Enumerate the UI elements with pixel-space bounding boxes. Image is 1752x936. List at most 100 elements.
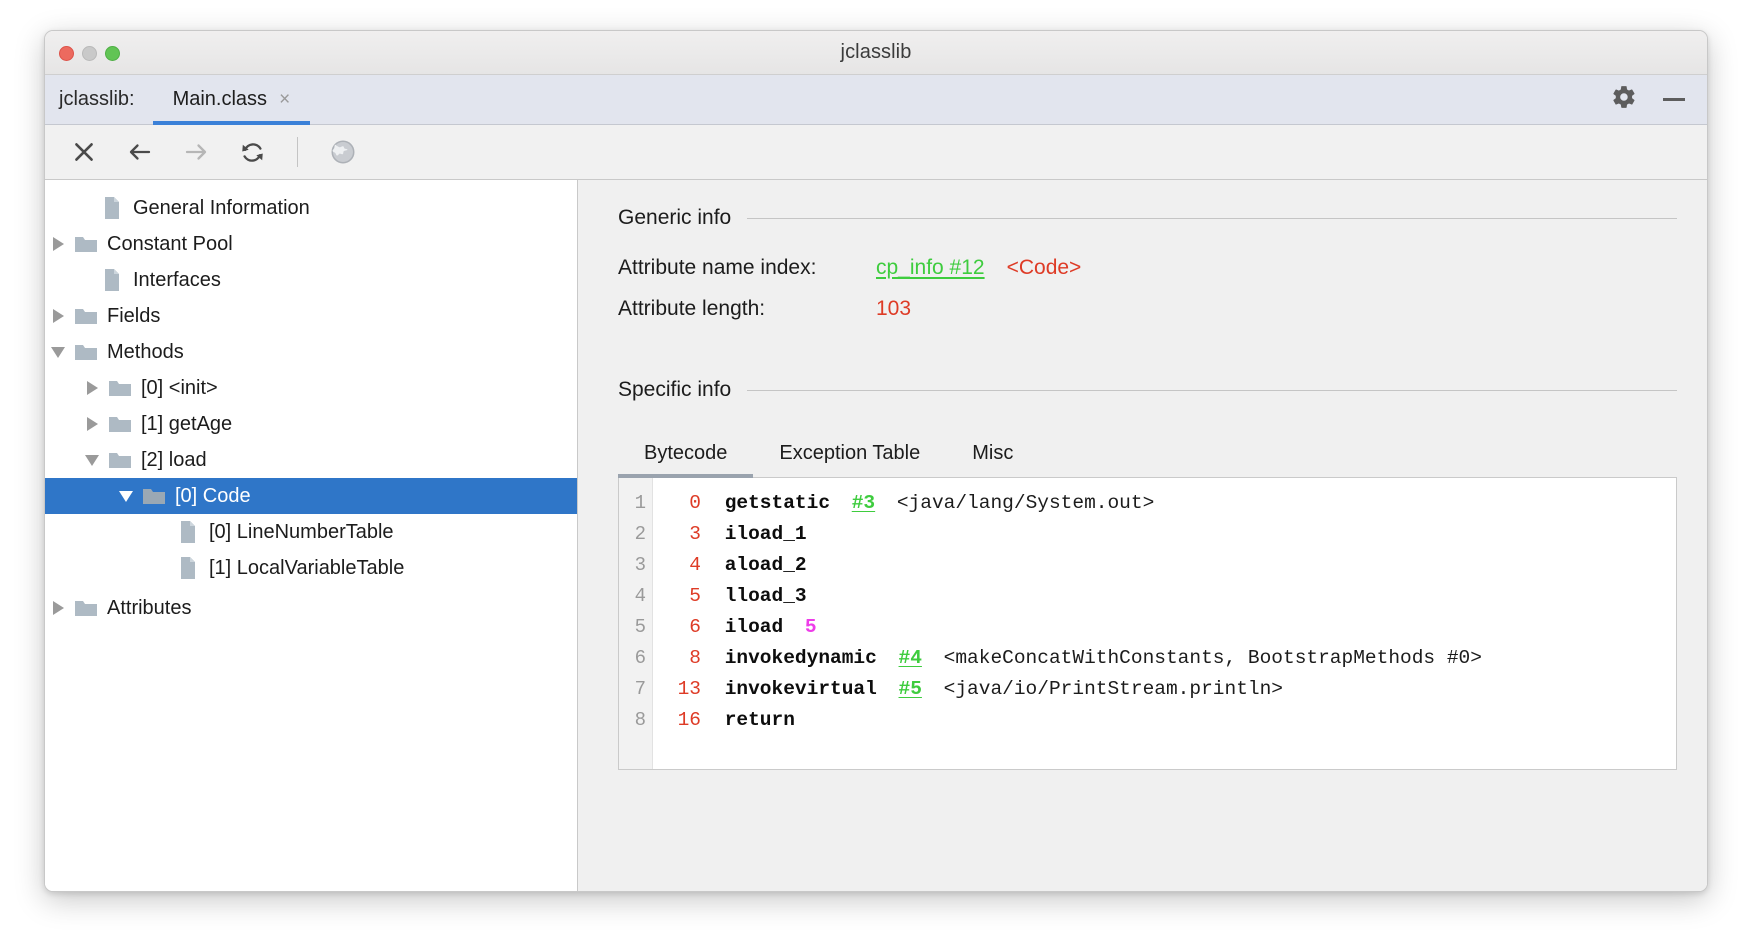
constant-pool-link[interactable]: #3 [852, 492, 875, 514]
tree-twisty-expanded[interactable] [113, 491, 139, 502]
document-icon [97, 268, 127, 292]
tree-item-method-load[interactable]: [2] load [45, 442, 577, 478]
bytecode-row: 3 iload_1 [667, 519, 1676, 550]
close-window-button[interactable] [59, 46, 74, 61]
bytecode-description: <makeConcatWithConstants, BootstrapMetho… [944, 647, 1482, 669]
reload-icon[interactable] [235, 135, 269, 169]
attribute-name-index-row: Attribute name index: cp_info #12 <Code> [618, 256, 1677, 297]
line-number: 4 [619, 581, 646, 612]
tree-item-fields[interactable]: Fields [45, 298, 577, 334]
bytecode-mnemonic: lload_3 [725, 585, 807, 607]
bytecode-instructions: 0 getstatic #3 <java/lang/System.out> 3 … [653, 478, 1676, 769]
tree-item-method-init[interactable]: [0] <init> [45, 370, 577, 406]
tree-twisty-collapsed[interactable] [79, 381, 105, 395]
tree-twisty-collapsed[interactable] [45, 601, 71, 615]
bytecode-row: 6 iload 5 [667, 612, 1676, 643]
tree-item-label: [0] Code [175, 486, 251, 506]
bytecode-row: 4 aload_2 [667, 550, 1676, 581]
tab-bar: jclasslib: Main.class × [45, 75, 1707, 125]
attribute-length-value: 103 [876, 297, 911, 321]
tree-item-method-getage[interactable]: [1] getAge [45, 406, 577, 442]
folder-icon [105, 414, 135, 434]
tree-item-code-attribute[interactable]: [0] Code [45, 478, 577, 514]
gear-icon[interactable] [1611, 84, 1637, 115]
tree-item-label: Constant Pool [107, 234, 233, 254]
cp-info-link[interactable]: cp_info #12 [876, 256, 985, 280]
bytecode-operand: 5 [805, 616, 817, 638]
tree-item-general-information[interactable]: General Information [45, 190, 577, 226]
bytecode-offset: 3 [667, 519, 701, 550]
bytecode-offset: 16 [667, 705, 701, 736]
tree-item-label: Methods [107, 342, 184, 362]
app-name-label: jclasslib: [45, 75, 153, 124]
tree-item-label: Attributes [107, 598, 191, 618]
tree-item-localvariabletable[interactable]: [1] LocalVariableTable [45, 550, 577, 586]
tab-exception-table[interactable]: Exception Table [753, 436, 946, 477]
tab-main-class[interactable]: Main.class × [153, 75, 311, 124]
tree-twisty-expanded[interactable] [45, 347, 71, 358]
heading-rule [747, 390, 1677, 391]
class-structure-tree: General Information Constant Pool [45, 180, 578, 891]
bytecode-row: 0 getstatic #3 <java/lang/System.out> [667, 488, 1676, 519]
bytecode-offset: 8 [667, 643, 701, 674]
tab-close-icon[interactable]: × [279, 90, 290, 109]
folder-icon [71, 306, 101, 326]
jclasslib-window: jclasslib jclasslib: Main.class × [44, 30, 1708, 892]
document-icon [97, 196, 127, 220]
constant-pool-link[interactable]: #5 [899, 678, 922, 700]
document-icon [173, 520, 203, 544]
generic-info-heading: Generic info [618, 206, 1677, 230]
tree-twisty-collapsed[interactable] [45, 237, 71, 251]
bytecode-mnemonic: aload_2 [725, 554, 807, 576]
window-body: General Information Constant Pool [45, 180, 1707, 891]
tree-item-label: [2] load [141, 450, 207, 470]
forward-arrow-icon [179, 135, 213, 169]
bytecode-offset: 5 [667, 581, 701, 612]
specific-info-tabs: Bytecode Exception Table Misc [618, 436, 1677, 478]
line-number: 6 [619, 643, 646, 674]
constant-pool-link[interactable]: #4 [899, 647, 922, 669]
tree-item-interfaces[interactable]: Interfaces [45, 262, 577, 298]
tree-twisty-collapsed[interactable] [45, 309, 71, 323]
back-arrow-icon[interactable] [123, 135, 157, 169]
browse-globe-icon [326, 135, 360, 169]
minimize-window-button[interactable] [82, 46, 97, 61]
attribute-name-value: <Code> [1007, 256, 1082, 280]
bytecode-mnemonic: return [725, 709, 795, 731]
tab-bytecode[interactable]: Bytecode [618, 436, 753, 477]
tree-item-label: [1] LocalVariableTable [209, 558, 404, 578]
line-number: 7 [619, 674, 646, 705]
tab-label: Main.class [173, 88, 267, 111]
zoom-window-button[interactable] [105, 46, 120, 61]
minimize-icon[interactable] [1663, 98, 1685, 101]
bytecode-offset: 6 [667, 612, 701, 643]
tree-item-attributes[interactable]: Attributes [45, 590, 577, 626]
folder-icon [71, 234, 101, 254]
tree-item-constant-pool[interactable]: Constant Pool [45, 226, 577, 262]
close-icon[interactable] [67, 135, 101, 169]
bytecode-description: <java/io/PrintStream.println> [944, 678, 1283, 700]
tree-twisty-collapsed[interactable] [79, 417, 105, 431]
bytecode-row: 8 invokedynamic #4 <makeConcatWithConsta… [667, 643, 1676, 674]
bytecode-listing[interactable]: 1 2 3 4 5 6 7 8 0 getstatic #3 [618, 478, 1677, 770]
bytecode-offset: 0 [667, 488, 701, 519]
window-titlebar: jclasslib [45, 31, 1707, 75]
window-title: jclasslib [45, 41, 1707, 64]
tab-misc[interactable]: Misc [946, 436, 1039, 477]
tree-item-linenumbertable[interactable]: [0] LineNumberTable [45, 514, 577, 550]
bytecode-description: <java/lang/System.out> [897, 492, 1154, 514]
line-number: 5 [619, 612, 646, 643]
tree-twisty-expanded[interactable] [79, 455, 105, 466]
tree-item-label: [0] LineNumberTable [209, 522, 394, 542]
heading-rule [747, 218, 1677, 219]
attribute-length-row: Attribute length: 103 [618, 297, 1677, 338]
bytecode-row: 13 invokevirtual #5 <java/io/PrintStream… [667, 674, 1676, 705]
line-number: 3 [619, 550, 646, 581]
tree-item-methods[interactable]: Methods [45, 334, 577, 370]
tabbar-controls [1611, 75, 1707, 124]
attribute-name-index-label: Attribute name index: [618, 256, 876, 280]
traffic-lights [59, 31, 120, 75]
attribute-detail-pane: Generic info Attribute name index: cp_in… [578, 180, 1707, 891]
folder-icon [105, 378, 135, 398]
bytecode-mnemonic: invokedynamic [725, 647, 877, 669]
